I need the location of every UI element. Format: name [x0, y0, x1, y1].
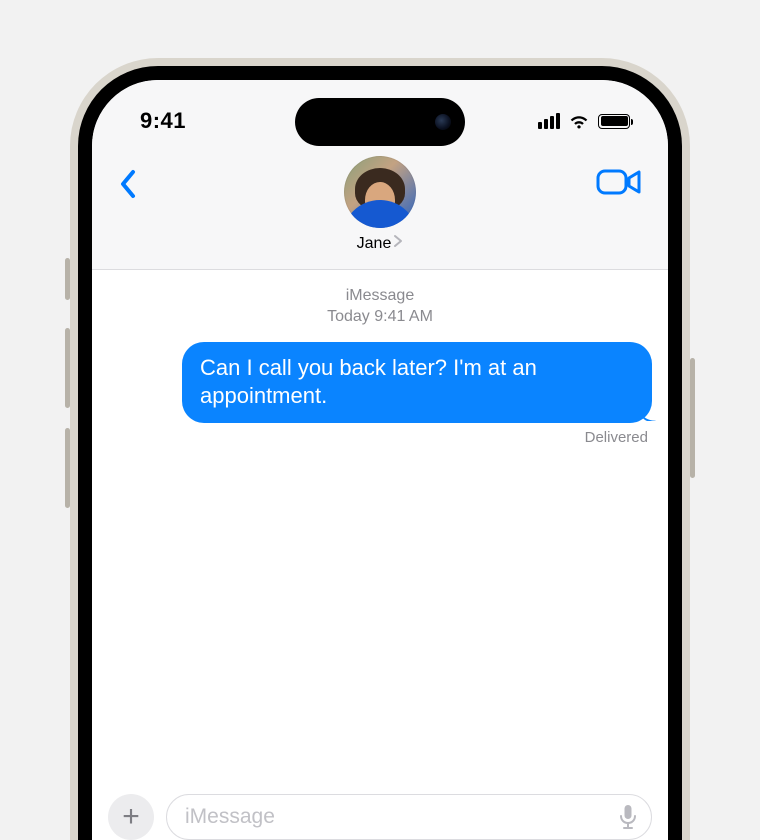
message-bubble[interactable]: Can I call you back later? I'm at an app…	[182, 342, 652, 423]
cellular-signal-icon	[538, 113, 560, 129]
battery-icon	[598, 114, 630, 129]
thread-service-label: iMessage	[346, 287, 414, 304]
chevron-left-icon	[119, 169, 137, 199]
message-row-sent: Can I call you back later? I'm at an app…	[108, 342, 652, 423]
message-input[interactable]: iMessage	[166, 794, 652, 840]
composer-bar: + iMessage	[92, 784, 668, 840]
back-button[interactable]	[108, 164, 148, 204]
microphone-icon	[619, 804, 637, 830]
video-camera-icon	[596, 167, 642, 197]
phone-frame: 9:41	[70, 58, 690, 840]
conversation-header: Jane	[92, 150, 668, 270]
message-thread[interactable]: iMessage Today 9:41 AM Can I call you ba…	[92, 270, 668, 840]
front-camera-icon	[435, 114, 451, 130]
thread-timestamp: iMessage Today 9:41 AM	[108, 286, 652, 328]
wifi-icon	[568, 113, 590, 129]
side-button-volume-down	[65, 428, 70, 508]
add-attachment-button[interactable]: +	[108, 794, 154, 840]
contact-name-label: Jane	[357, 235, 392, 253]
contact-button[interactable]: Jane	[92, 156, 668, 253]
screen: 9:41	[92, 80, 668, 840]
delivery-status: Delivered	[108, 429, 648, 446]
contact-name-row: Jane	[357, 234, 404, 253]
bubble-tail-icon	[638, 403, 656, 421]
plus-icon: +	[122, 800, 140, 834]
chevron-right-icon	[393, 234, 403, 253]
dictation-button[interactable]	[619, 804, 637, 830]
side-button-volume-up	[65, 328, 70, 408]
avatar	[344, 156, 416, 228]
side-button-power	[690, 358, 695, 478]
phone-bezel: 9:41	[78, 66, 682, 840]
message-text: Can I call you back later? I'm at an app…	[200, 355, 537, 409]
facetime-button[interactable]	[592, 160, 646, 204]
status-time: 9:41	[140, 108, 186, 134]
thread-time-label: Today 9:41 AM	[108, 307, 652, 328]
status-icons	[538, 113, 630, 129]
side-button-silence	[65, 258, 70, 300]
message-input-placeholder: iMessage	[185, 805, 275, 829]
dynamic-island	[295, 98, 465, 146]
